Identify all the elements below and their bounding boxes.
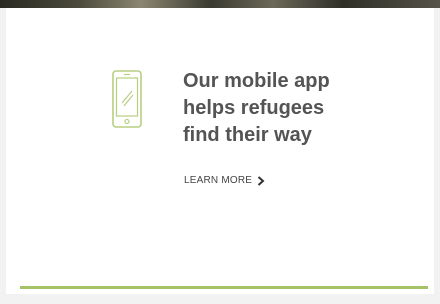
promo-headline: Our mobile app helps refugees find their… [183, 70, 330, 146]
learn-more-link[interactable]: LEARN MORE [184, 175, 265, 186]
accent-divider [20, 286, 428, 289]
smartphone-icon [112, 70, 142, 128]
promo-card [6, 8, 434, 294]
header-image-strip [0, 0, 440, 8]
chevron-right-icon [257, 175, 265, 186]
learn-more-label: LEARN MORE [184, 175, 253, 186]
